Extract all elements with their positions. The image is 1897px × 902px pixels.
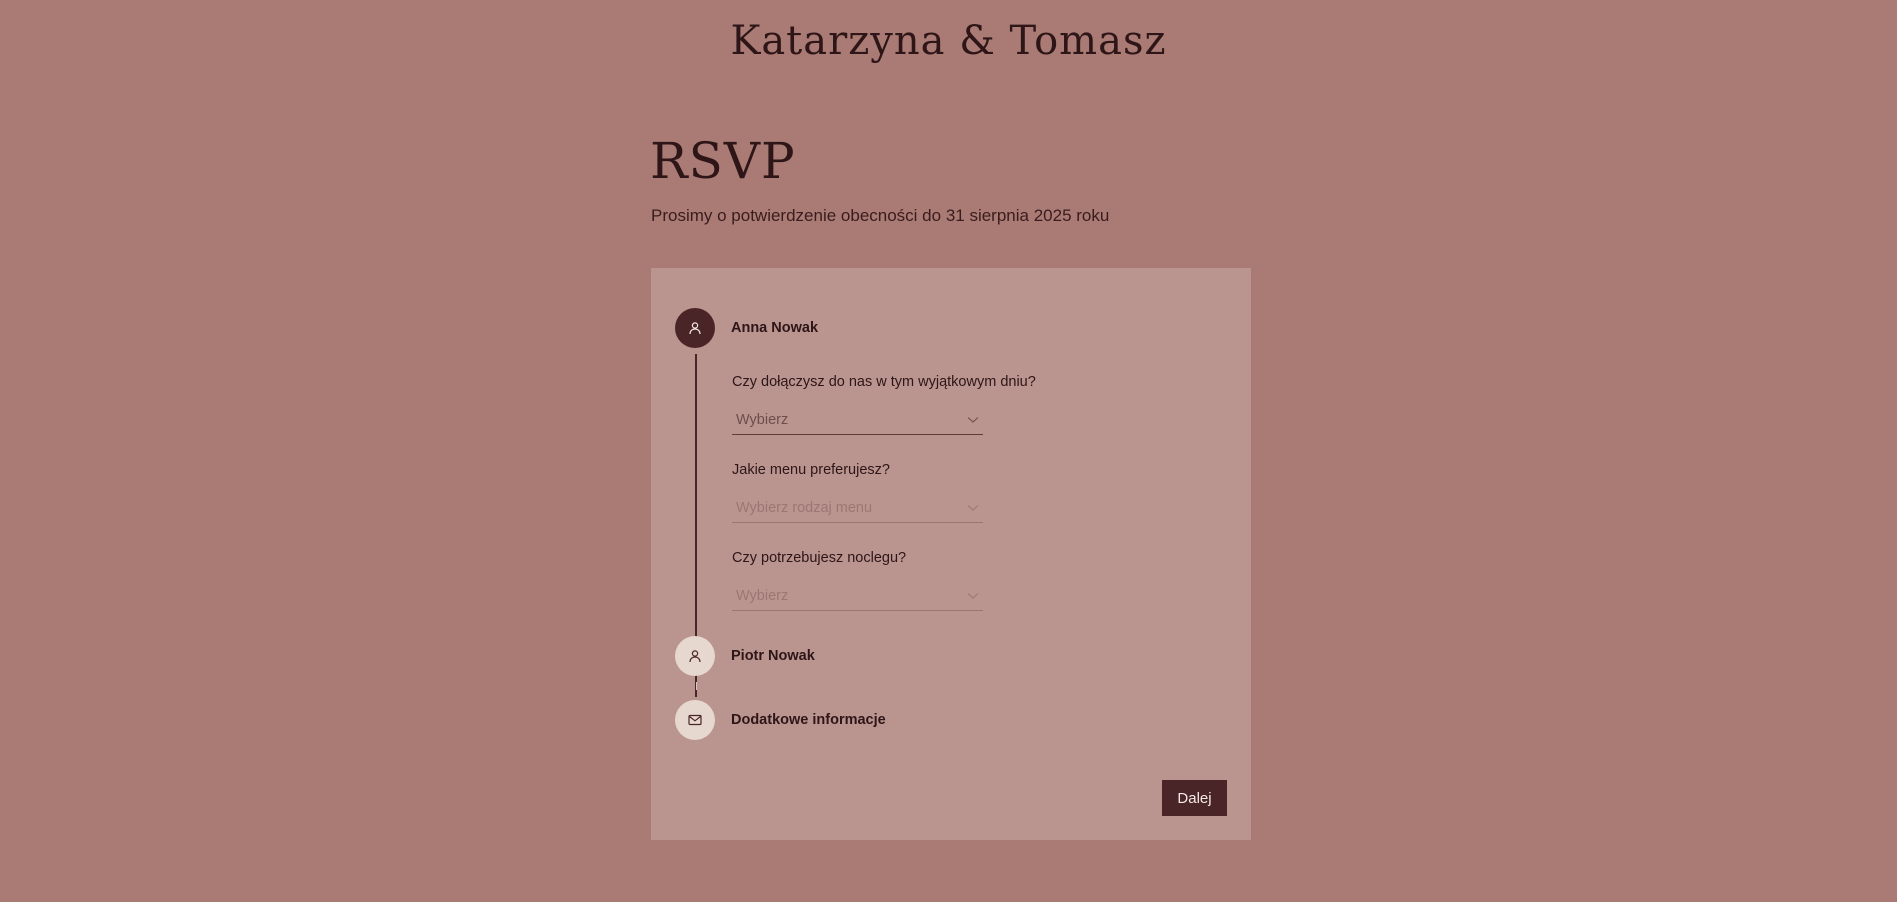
attendance-select-value: Wybierz [736, 411, 789, 428]
rsvp-form-card: Anna Nowak Czy dołączysz do nas w tym wy… [651, 268, 1251, 840]
step-1-label[interactable]: Anna Nowak [731, 320, 818, 336]
accommodation-select[interactable]: Wybierz [732, 581, 983, 611]
envelope-icon [688, 714, 702, 726]
timeline-line-inactive [696, 682, 697, 690]
menu-select[interactable]: Wybierz rodzaj menu [732, 493, 983, 523]
step-3-indicator[interactable] [675, 700, 715, 740]
menu-select-value: Wybierz rodzaj menu [736, 499, 873, 516]
page-title: RSVP [650, 132, 796, 190]
chevron-down-icon [967, 504, 979, 511]
step-2-indicator[interactable] [675, 636, 715, 676]
question-menu-label: Jakie menu preferujesz? [732, 462, 890, 478]
chevron-down-icon [967, 592, 979, 599]
rsvp-deadline-text: Prosimy o potwierdzenie obecności do 31 … [651, 206, 1110, 225]
question-accommodation-label: Czy potrzebujesz noclegu? [732, 550, 907, 566]
next-button[interactable]: Dalej [1162, 780, 1227, 816]
attendance-select[interactable]: Wybierz [732, 405, 983, 435]
person-icon [689, 322, 701, 335]
step-2-label[interactable]: Piotr Nowak [731, 648, 815, 664]
person-icon [689, 650, 701, 663]
step-1-indicator[interactable] [675, 308, 715, 348]
accommodation-select-value: Wybierz [736, 587, 789, 604]
question-attendance-label: Czy dołączysz do nas w tym wyjątkowym dn… [732, 374, 1036, 390]
step-3-label[interactable]: Dodatkowe informacje [731, 712, 886, 728]
site-title: Katarzyna & Tomasz [730, 18, 1167, 64]
chevron-down-icon [967, 416, 979, 423]
